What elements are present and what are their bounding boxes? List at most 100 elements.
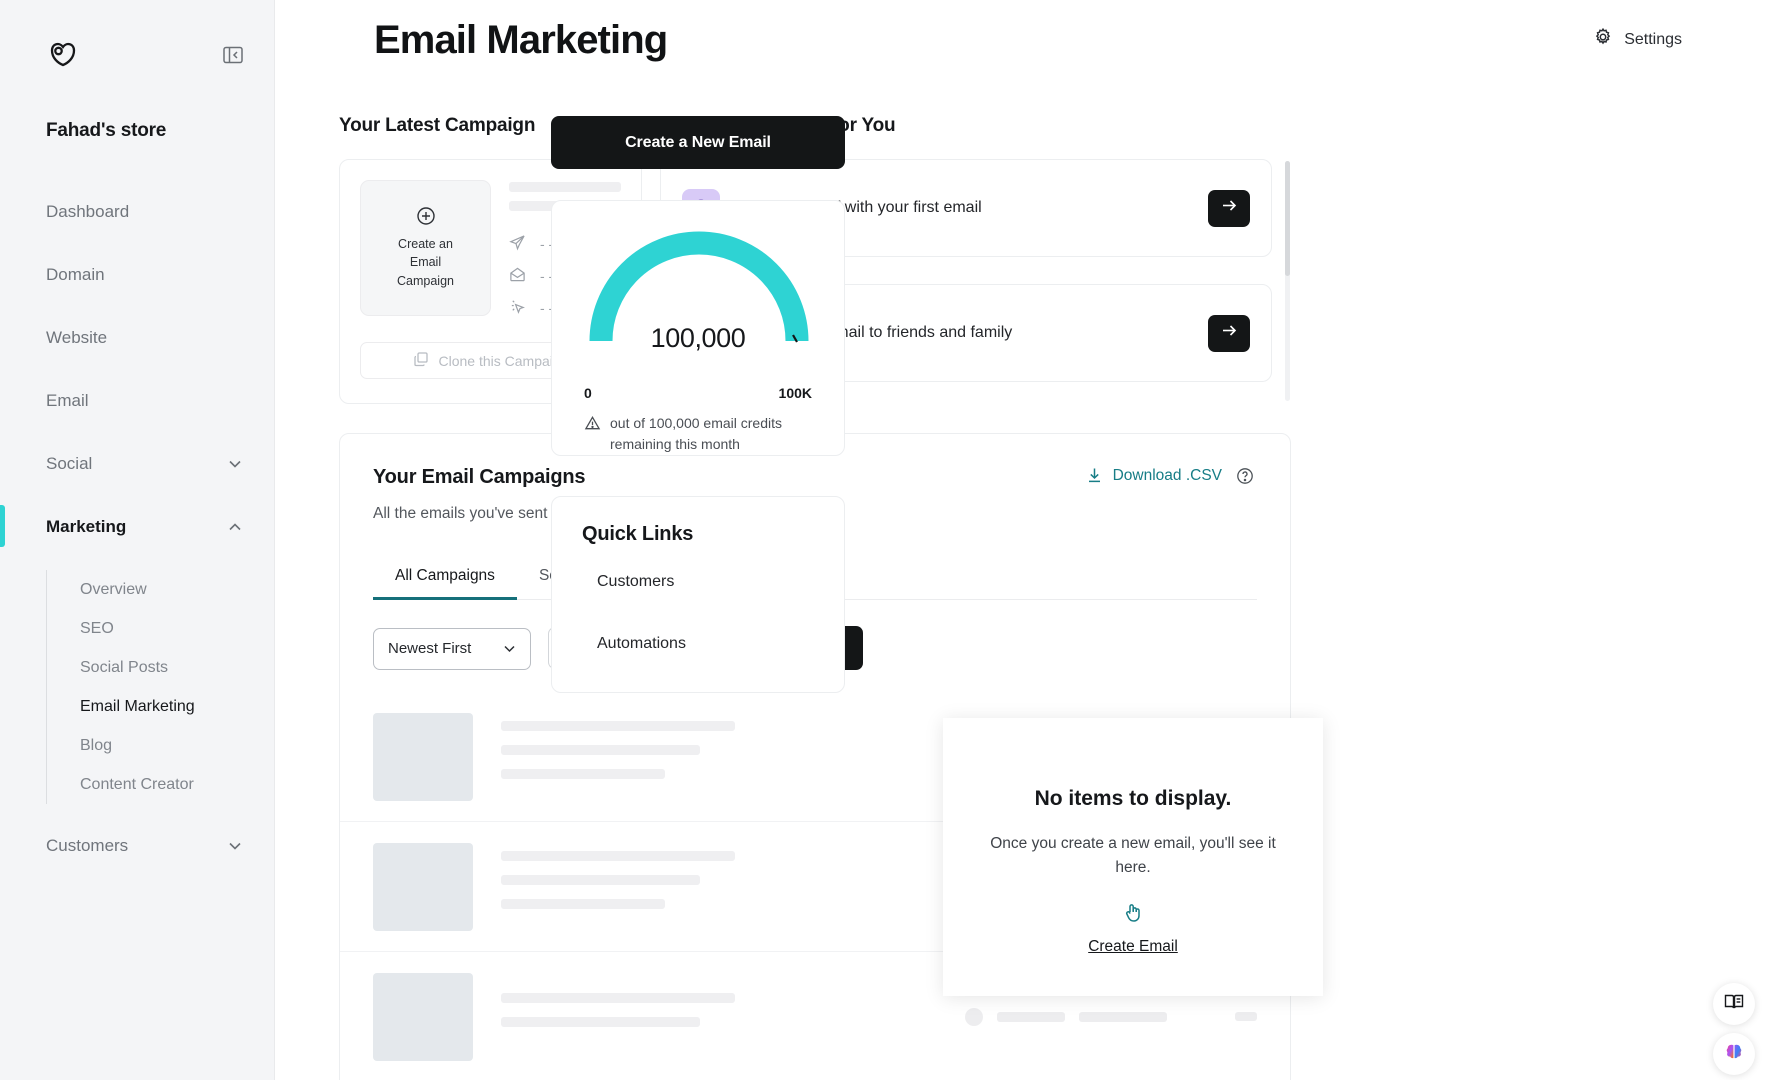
gauge-min-tick: 0 xyxy=(584,385,592,401)
skeleton-line xyxy=(501,1016,700,1027)
email-credits-card: 100,000 0 100K out of 100,000 email cred… xyxy=(551,200,845,456)
marketing-subnav: Overview SEO Social Posts Email Marketin… xyxy=(46,570,274,804)
download-csv-label: Download .CSV xyxy=(1112,466,1222,484)
copy-icon xyxy=(413,351,429,370)
quick-link-label: Automations xyxy=(597,635,686,652)
main-content: Email Marketing Settings Your Latest Cam… xyxy=(275,0,1767,1080)
empty-state-overlay: No items to display. Once you create a n… xyxy=(943,718,1323,996)
create-new-email-button[interactable]: Create a New Email xyxy=(551,116,845,169)
sidebar-item-label: Customers xyxy=(46,836,129,855)
paper-plane-icon xyxy=(509,234,526,254)
sidebar-item-website[interactable]: Website xyxy=(0,318,274,358)
chevron-down-icon xyxy=(226,837,244,855)
brand-logo-icon[interactable] xyxy=(46,38,80,72)
recommendations-scrollbar[interactable] xyxy=(1285,161,1290,276)
create-tile-label: Create an Email Campaign xyxy=(397,237,454,288)
arrow-right-icon xyxy=(1220,321,1239,345)
chevron-down-icon xyxy=(226,455,244,473)
credits-note-text: out of 100,000 email credits remaining t… xyxy=(610,415,782,452)
tap-hand-icon xyxy=(1121,901,1145,925)
recommendation-go-button[interactable] xyxy=(1208,189,1250,227)
skeleton-line xyxy=(501,768,665,779)
avatar-skeleton xyxy=(965,1007,983,1026)
sidebar-item-overview[interactable]: Overview xyxy=(80,570,274,609)
tab-label: All Campaigns xyxy=(395,567,495,584)
sidebar-item-content-creator[interactable]: Content Creator xyxy=(80,765,274,804)
sidebar-item-seo[interactable]: SEO xyxy=(80,609,274,648)
sidebar-item-customers[interactable]: Customers xyxy=(0,826,274,866)
question-circle-icon[interactable] xyxy=(1236,467,1254,485)
download-icon xyxy=(1085,466,1104,485)
quick-link-customers[interactable]: Customers xyxy=(582,556,827,608)
sidebar-subitem-label: Overview xyxy=(80,580,147,598)
row-text-skeleton xyxy=(501,992,735,1041)
tab-all-campaigns[interactable]: All Campaigns xyxy=(373,567,517,600)
sidebar: Fahad's store Dashboard Domain Website E… xyxy=(0,0,275,1080)
sidebar-subitem-label: Social Posts xyxy=(80,658,169,676)
skeleton-line xyxy=(501,850,735,861)
quick-link-automations[interactable]: Automations xyxy=(582,618,827,670)
sidebar-subitem-label: Blog xyxy=(80,736,113,754)
empty-state-subtitle: Once you create a new email, you'll see … xyxy=(990,835,1276,877)
sidebar-item-email-marketing[interactable]: Email Marketing xyxy=(80,687,274,726)
cursor-click-icon xyxy=(509,298,526,318)
plus-circle-icon xyxy=(416,206,436,226)
row-text-skeleton xyxy=(501,850,735,923)
row-thumbnail-skeleton xyxy=(373,842,473,931)
sort-order-value: Newest First xyxy=(388,640,472,657)
ai-assistant-button[interactable] xyxy=(1713,1033,1755,1075)
chevron-down-icon xyxy=(501,640,518,657)
download-csv-button[interactable]: Download .CSV xyxy=(1085,466,1254,485)
chevron-up-icon xyxy=(226,518,244,536)
warning-triangle-icon xyxy=(584,413,601,455)
sidebar-subitem-label: Content Creator xyxy=(80,775,194,793)
skeleton-line xyxy=(509,182,621,192)
arrow-right-icon xyxy=(1220,196,1239,220)
settings-label: Settings xyxy=(1624,30,1682,48)
sidebar-item-email[interactable]: Email xyxy=(0,381,274,421)
clone-campaign-label: Clone this Campaign xyxy=(438,352,569,369)
sidebar-subitem-label: Email Marketing xyxy=(80,697,195,715)
sidebar-subitem-label: SEO xyxy=(80,619,114,637)
sidebar-item-label: Social xyxy=(46,454,93,473)
skeleton-cell xyxy=(1235,1012,1257,1021)
credits-gauge-ticks: 0 100K xyxy=(584,385,812,401)
empty-state-title: No items to display. xyxy=(1034,787,1232,810)
sidebar-item-label: Dashboard xyxy=(46,202,130,221)
page-title: Email Marketing xyxy=(374,18,668,62)
sidebar-nav: Dashboard Domain Website Email Social Ma… xyxy=(0,192,274,866)
sidebar-item-label: Marketing xyxy=(46,517,127,536)
sidebar-item-label: Website xyxy=(46,328,108,347)
settings-button[interactable]: Settings xyxy=(1593,27,1682,52)
create-email-campaign-tile[interactable]: Create an Email Campaign xyxy=(360,180,491,316)
guide-button[interactable] xyxy=(1713,983,1755,1025)
skeleton-cell xyxy=(1079,1011,1167,1022)
gear-icon xyxy=(1593,27,1613,52)
brain-ai-icon xyxy=(1723,1041,1745,1068)
sidebar-item-social[interactable]: Social xyxy=(0,444,274,484)
credits-note: out of 100,000 email credits remaining t… xyxy=(584,413,818,455)
sidebar-item-domain[interactable]: Domain xyxy=(0,255,274,295)
sidebar-item-marketing[interactable]: Marketing xyxy=(0,505,274,547)
sort-order-select[interactable]: Newest First xyxy=(373,627,531,670)
panel-collapse-icon[interactable] xyxy=(222,44,244,66)
skeleton-cell xyxy=(997,1011,1065,1022)
row-thumbnail-skeleton xyxy=(373,972,473,1061)
row-meta-skeleton xyxy=(735,1007,1189,1026)
recommendation-go-button[interactable] xyxy=(1208,314,1250,352)
gauge-max-tick: 100K xyxy=(778,385,812,401)
store-name: Fahad's store xyxy=(46,120,167,141)
create-email-link[interactable]: Create Email xyxy=(1088,938,1178,956)
sidebar-item-label: Domain xyxy=(46,265,105,284)
sidebar-item-blog[interactable]: Blog xyxy=(80,726,274,765)
open-envelope-icon xyxy=(509,266,526,286)
sidebar-item-dashboard[interactable]: Dashboard xyxy=(0,192,274,232)
quick-links-title: Quick Links xyxy=(582,523,694,545)
book-guide-icon xyxy=(1723,991,1745,1018)
sidebar-top-bar xyxy=(0,0,274,72)
credits-value: 100,000 xyxy=(650,323,746,353)
sidebar-item-label: Email xyxy=(46,391,89,410)
skeleton-line xyxy=(501,992,735,1003)
sidebar-item-social-posts[interactable]: Social Posts xyxy=(80,648,274,687)
